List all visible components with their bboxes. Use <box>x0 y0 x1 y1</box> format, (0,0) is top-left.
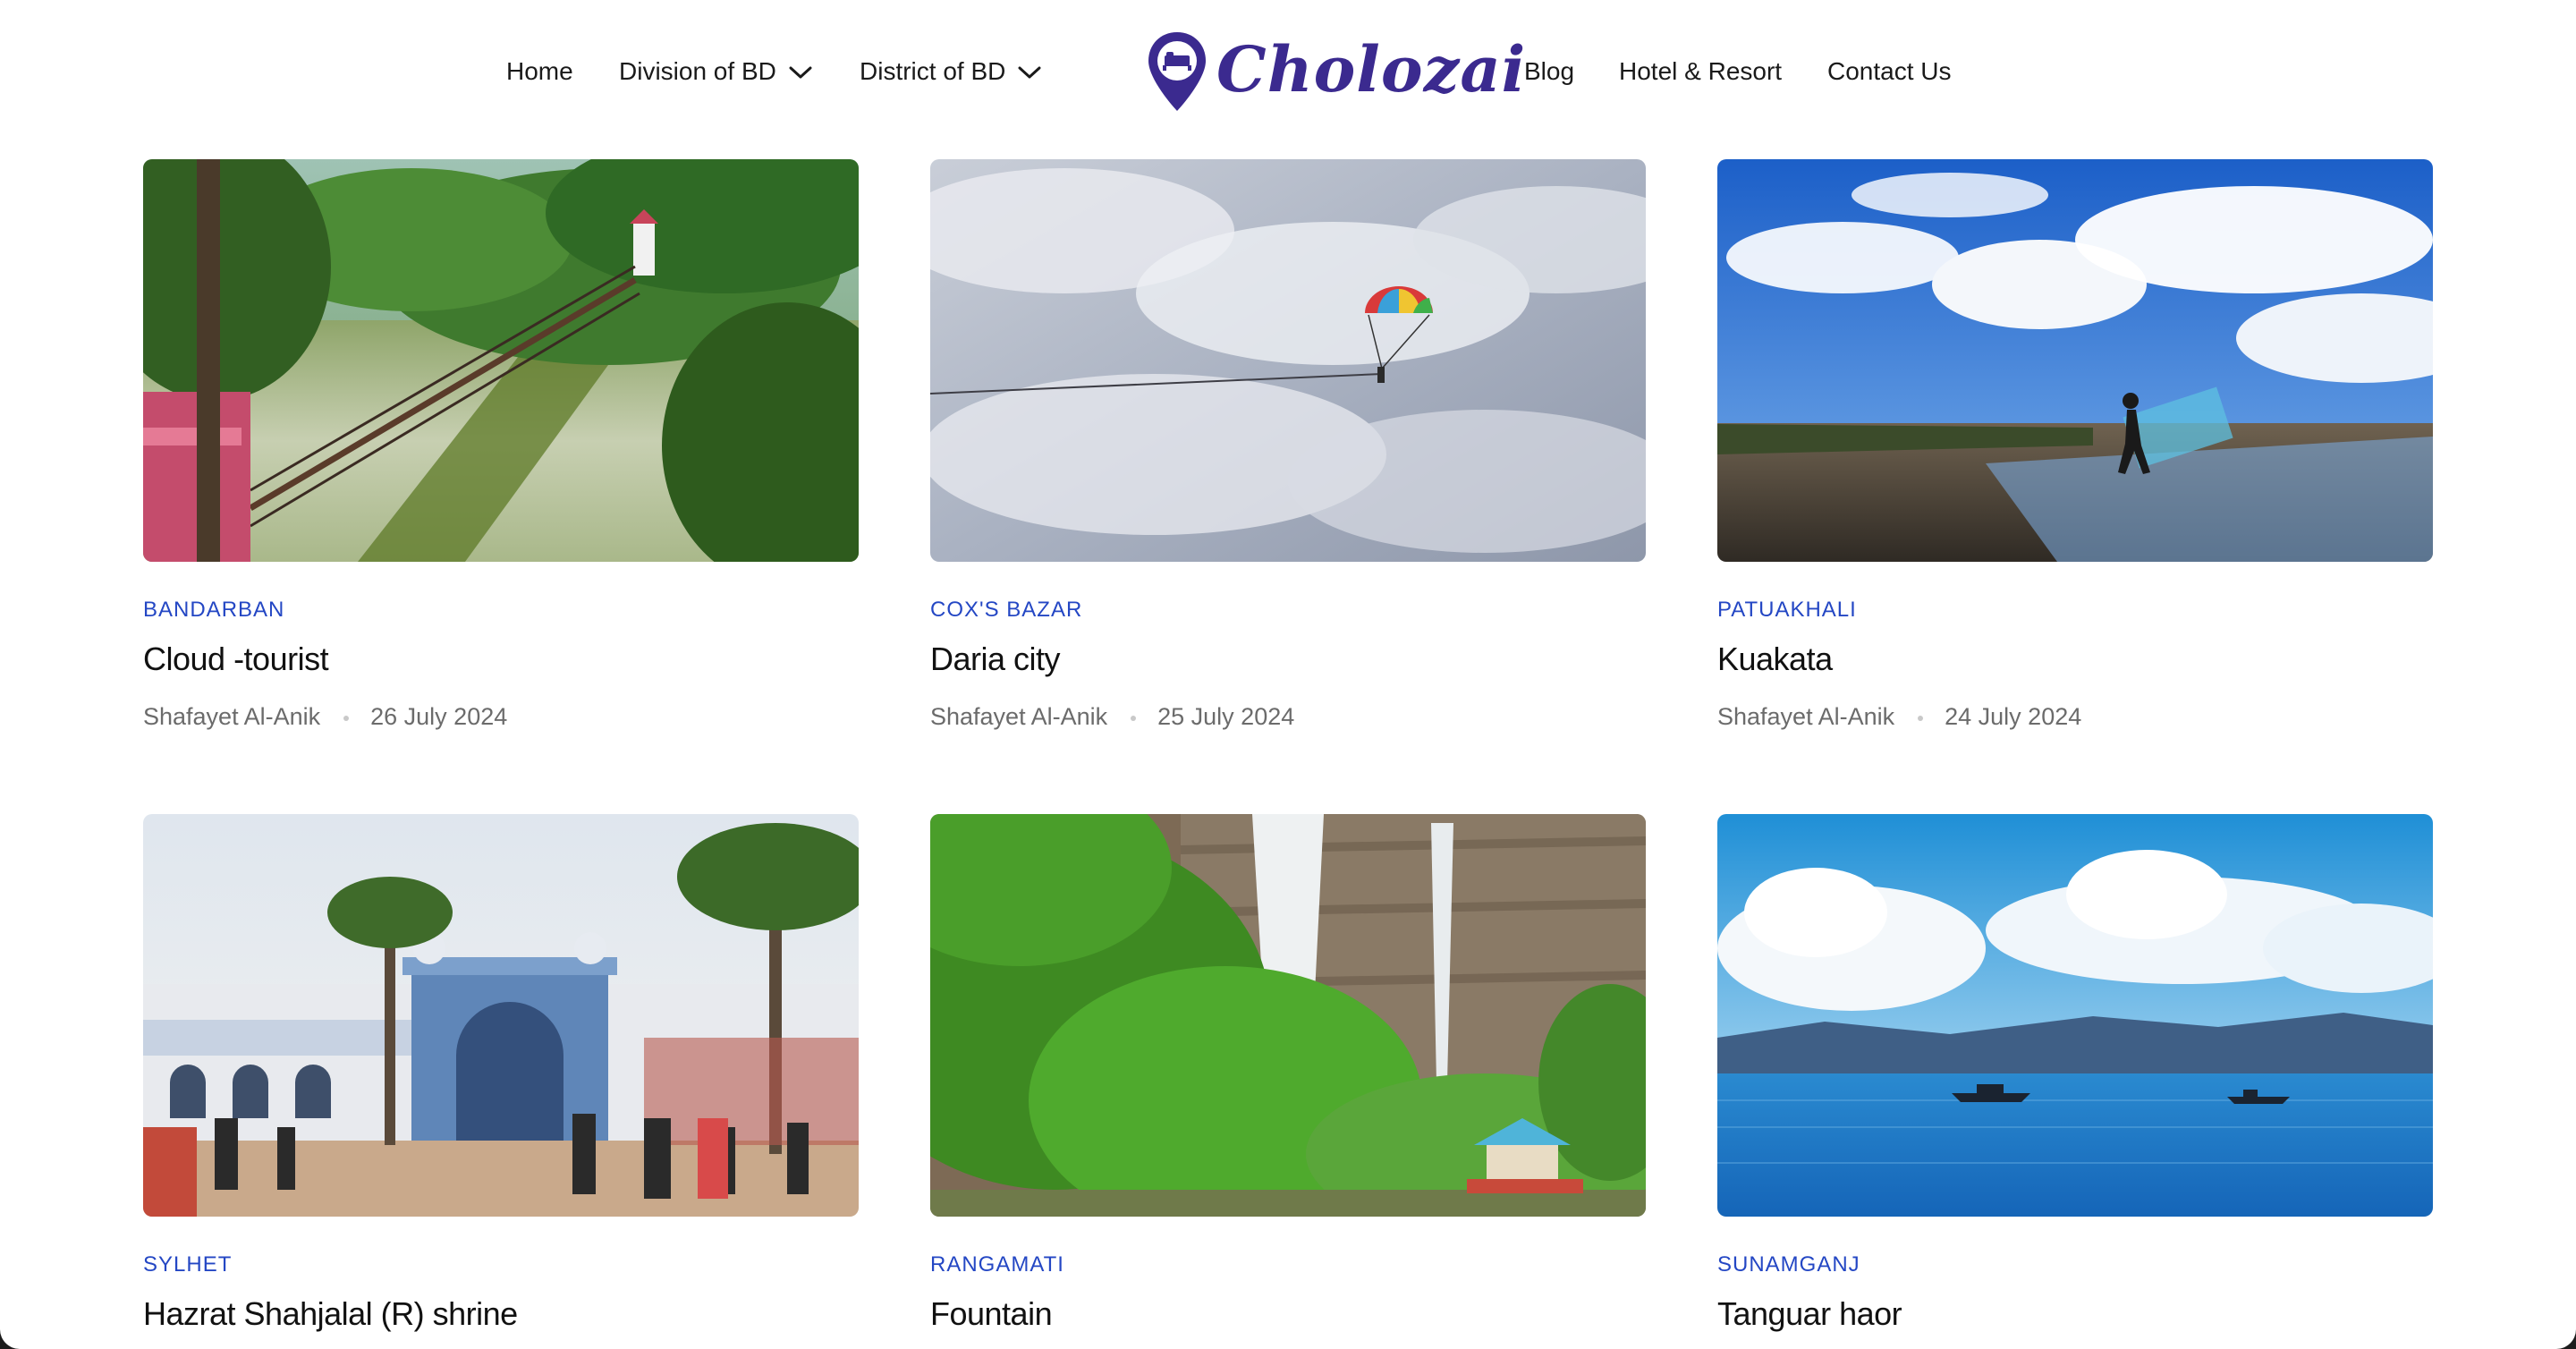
nav-home[interactable]: Home <box>506 54 573 89</box>
post-title[interactable]: Daria city <box>930 641 1061 678</box>
nav-contact-us-label: Contact Us <box>1827 57 1952 85</box>
post-image[interactable] <box>1717 159 2433 562</box>
post-image[interactable] <box>143 814 859 1217</box>
post-date: 25 July 2024 <box>1157 703 1295 730</box>
shrine-gate-image <box>143 814 859 1217</box>
nav-hotel-resort[interactable]: Hotel & Resort <box>1619 54 1782 89</box>
post-card: SUNAMGANJ Tanguar haor <box>1717 814 2433 1349</box>
nav-division-label: Division of BD <box>619 57 776 85</box>
post-card: RANGAMATI Fountain <box>930 814 1646 1349</box>
post-author[interactable]: Shafayet Al-Anik <box>930 703 1107 730</box>
chevron-down-icon <box>1018 54 1041 89</box>
post-image[interactable] <box>143 159 859 562</box>
post-image[interactable] <box>930 814 1646 1217</box>
haor-lake-image <box>1717 814 2433 1217</box>
post-title[interactable]: Fountain <box>930 1295 1053 1333</box>
logo-text: Cholozai <box>1216 32 1527 106</box>
post-category[interactable]: SYLHET <box>143 1252 232 1277</box>
nav-district-label: District of BD <box>860 57 1006 85</box>
site-logo[interactable]: Cholozai <box>1145 27 1525 120</box>
post-category[interactable]: COX'S BAZAR <box>930 598 1082 623</box>
post-card: BANDARBAN Cloud -tourist Shafayet Al-Ani… <box>143 159 859 750</box>
separator-dot <box>343 715 350 721</box>
hanging-bridge-over-lake-image <box>143 159 859 562</box>
post-category[interactable]: RANGAMATI <box>930 1252 1064 1277</box>
chevron-down-icon <box>789 54 812 89</box>
post-author[interactable]: Shafayet Al-Anik <box>143 703 320 730</box>
post-meta: Shafayet Al-Anik 24 July 2024 <box>1717 703 2081 731</box>
site-header: Home Division of BD District of BD Cholo… <box>0 0 2576 143</box>
post-title[interactable]: Tanguar haor <box>1717 1295 1902 1333</box>
post-image[interactable] <box>1717 814 2433 1217</box>
page: Home Division of BD District of BD Cholo… <box>0 0 2576 1349</box>
post-date: 26 July 2024 <box>370 703 508 730</box>
nav-district-dropdown[interactable]: District of BD <box>860 54 1041 89</box>
parasailing-sky-image <box>930 159 1646 562</box>
post-card: COX'S BAZAR Daria city Shafayet Al-Anik 2… <box>930 159 1646 750</box>
separator-dot <box>1131 715 1137 721</box>
nav-division-dropdown[interactable]: Division of BD <box>619 54 812 89</box>
map-pin-bed-icon <box>1145 29 1209 119</box>
post-date: 24 July 2024 <box>1945 703 2082 730</box>
nav-blog-label: Blog <box>1524 57 1575 85</box>
post-meta: Shafayet Al-Anik 26 July 2024 <box>143 703 507 731</box>
beach-fisherman-image <box>1717 159 2433 562</box>
nav-hotel-resort-label: Hotel & Resort <box>1619 57 1783 85</box>
post-card: SYLHET Hazrat Shahjalal (R) shrine <box>143 814 859 1349</box>
post-author[interactable]: Shafayet Al-Anik <box>1717 703 1894 730</box>
post-category[interactable]: BANDARBAN <box>143 598 284 623</box>
post-category[interactable]: SUNAMGANJ <box>1717 1252 1860 1277</box>
post-image[interactable] <box>930 159 1646 562</box>
post-category[interactable]: PATUAKHALI <box>1717 598 1857 623</box>
nav-home-label: Home <box>506 57 573 85</box>
post-title[interactable]: Kuakata <box>1717 641 1833 678</box>
nav-blog[interactable]: Blog <box>1524 54 1574 89</box>
separator-dot <box>1918 715 1924 721</box>
post-card: PATUAKHALI Kuakata Shafayet Al-Anik 24 Ju… <box>1717 159 2433 750</box>
nav-contact-us[interactable]: Contact Us <box>1827 54 1952 89</box>
post-title[interactable]: Hazrat Shahjalal (R) shrine <box>143 1295 518 1333</box>
post-meta: Shafayet Al-Anik 25 July 2024 <box>930 703 1294 731</box>
post-title[interactable]: Cloud -tourist <box>143 641 329 678</box>
waterfall-forest-image <box>930 814 1646 1217</box>
